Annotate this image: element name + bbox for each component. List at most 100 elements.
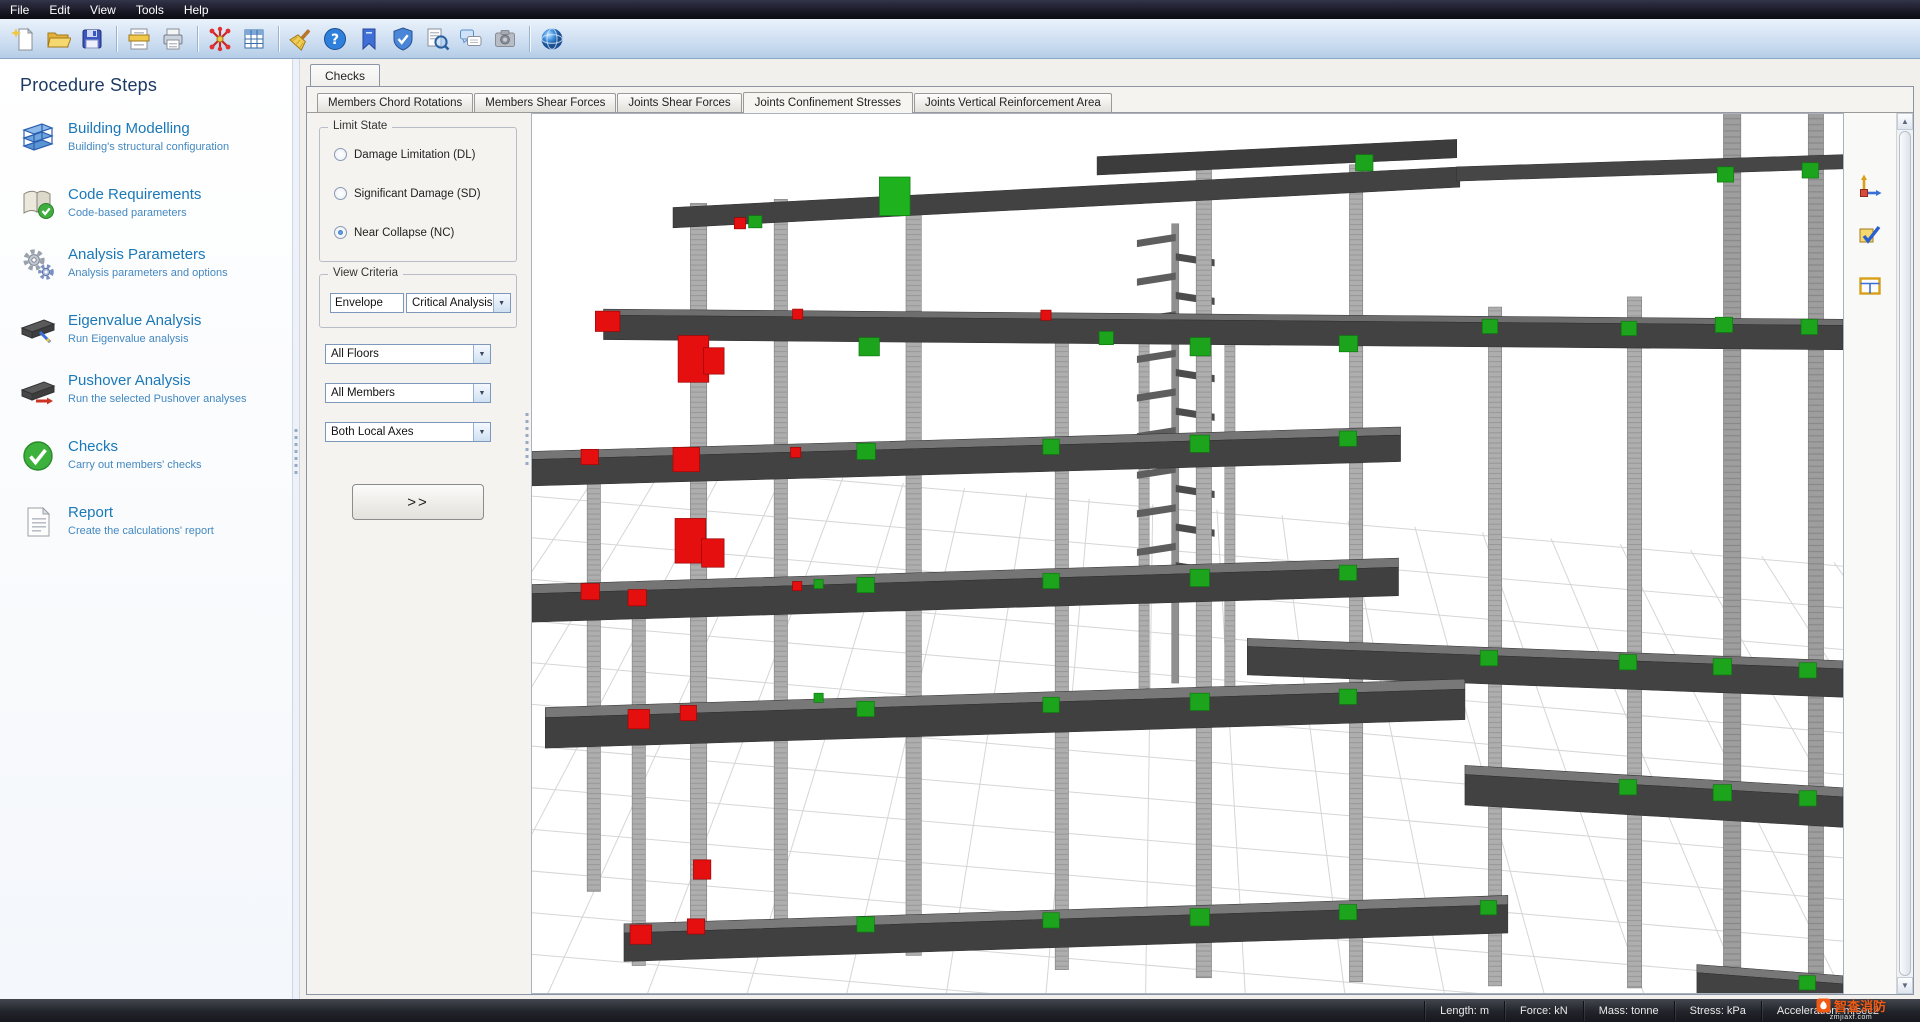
code-requirements-icon [20, 186, 56, 222]
status-force-unit: Force: kN [1504, 1000, 1583, 1021]
view-criteria-group: View Criteria Critical Analysis ▼ [319, 267, 517, 328]
orientation-axes-icon[interactable] [1855, 171, 1885, 201]
axes-select[interactable]: Both Local Axes ▼ [325, 422, 491, 442]
open-folder-icon[interactable] [42, 23, 74, 55]
sidebar-item-desc: Run Eigenvalue analysis [68, 333, 189, 345]
chevron-down-icon[interactable]: ▼ [492, 294, 510, 312]
page-setup-icon[interactable] [123, 23, 155, 55]
analysis-select-value: Critical Analysis [412, 297, 493, 309]
checks-workspace: Limit State Damage Limitation (DL) Signi… [307, 113, 1913, 994]
subtab-joints-confinement-stresses[interactable]: Joints Confinement Stresses [742, 92, 914, 113]
window-frame-icon[interactable] [1855, 271, 1885, 301]
structure-3d-view[interactable] [531, 113, 1844, 994]
sidebar-splitter[interactable] [292, 59, 300, 999]
model-settings-icon[interactable] [204, 23, 236, 55]
radio-significant-damage[interactable]: Significant Damage (SD) [334, 187, 506, 200]
scroll-up-icon[interactable]: ▲ [1897, 113, 1913, 130]
menu-tools[interactable]: Tools [126, 2, 174, 18]
sidebar-item-analysis-parameters[interactable]: Analysis Parameters Analysis parameters … [20, 246, 282, 282]
main-toolbar: ? [0, 19, 1920, 59]
scroll-down-icon[interactable]: ▼ [1897, 977, 1913, 994]
apply-button[interactable]: >> [352, 484, 484, 520]
sidebar-item-pushover-analysis[interactable]: Pushover Analysis Run the selected Pusho… [20, 372, 282, 408]
pushover-analysis-icon [20, 372, 56, 408]
watermark: 智查消防 zmjiaxf.com [1816, 996, 1886, 1021]
panel-splitter[interactable] [523, 113, 531, 994]
view-tools-rail [1844, 113, 1896, 994]
view-criteria-title: View Criteria [328, 267, 403, 279]
certificate-icon[interactable] [387, 23, 419, 55]
watermark-icon [1816, 998, 1831, 1013]
building-modelling-icon [20, 120, 56, 156]
radio-circle[interactable] [334, 187, 347, 200]
bookmark-icon[interactable] [353, 23, 385, 55]
save-icon[interactable] [76, 23, 108, 55]
analysis-select[interactable]: Critical Analysis ▼ [406, 293, 511, 313]
chevron-down-icon[interactable]: ▼ [473, 384, 490, 402]
sidebar-item-desc: Create the calculations' report [68, 525, 214, 537]
toolbar-separator [197, 25, 198, 52]
sidebar-item-eigenvalue-analysis[interactable]: Eigenvalue Analysis Run Eigenvalue analy… [20, 312, 282, 348]
report-icon [20, 504, 56, 540]
floors-select-value: All Floors [331, 348, 379, 360]
chevron-down-icon[interactable]: ▼ [473, 345, 490, 363]
axes-select-value: Both Local Axes [331, 426, 414, 438]
radio-label: Damage Limitation (DL) [354, 148, 476, 161]
snapshot-icon[interactable] [489, 23, 521, 55]
sidebar-item-desc: Run the selected Pushover analyses [68, 393, 247, 405]
menu-view[interactable]: View [80, 2, 126, 18]
clean-icon[interactable] [285, 23, 317, 55]
subtab-members-chord-rotations[interactable]: Members Chord Rotations [317, 93, 474, 112]
sidebar-item-label: Checks [68, 438, 119, 455]
status-stress-unit: Stress: kPa [1673, 1000, 1761, 1021]
menu-edit[interactable]: Edit [39, 2, 80, 18]
analysis-parameters-icon [20, 246, 56, 282]
radio-label: Near Collapse (NC) [354, 226, 455, 239]
data-tables-icon[interactable] [238, 23, 270, 55]
sidebar-item-desc: Code-based parameters [68, 207, 187, 219]
content-area: Procedure Steps Building Modelling Build… [0, 59, 1920, 999]
procedure-steps-sidebar: Procedure Steps Building Modelling Build… [0, 59, 292, 999]
sidebar-item-report[interactable]: Report Create the calculations' report [20, 504, 282, 540]
menu-bar: File Edit View Tools Help [0, 0, 1920, 19]
floors-select[interactable]: All Floors ▼ [325, 344, 491, 364]
menu-help[interactable]: Help [174, 2, 219, 18]
eigenvalue-analysis-icon [20, 312, 56, 348]
sidebar-item-desc: Carry out members' checks [68, 459, 202, 471]
floor-slabs [532, 139, 1843, 993]
radio-damage-limitation[interactable]: Damage Limitation (DL) [334, 148, 506, 161]
radio-circle[interactable] [334, 226, 347, 239]
new-file-icon[interactable] [8, 23, 40, 55]
structure-3d-scene [532, 114, 1843, 993]
subtab-members-shear-forces[interactable]: Members Shear Forces [474, 93, 617, 112]
vertical-scrollbar[interactable]: ▲ ▼ [1896, 113, 1913, 994]
subtab-joints-shear-forces[interactable]: Joints Shear Forces [617, 93, 742, 112]
radio-circle[interactable] [334, 148, 347, 161]
search-icon[interactable] [421, 23, 453, 55]
globe-icon[interactable] [536, 23, 568, 55]
sidebar-item-building-modelling[interactable]: Building Modelling Building's structural… [20, 120, 282, 156]
help-icon[interactable]: ? [319, 23, 351, 55]
members-select[interactable]: All Members ▼ [325, 383, 491, 403]
print-icon[interactable] [157, 23, 189, 55]
toolbar-separator [278, 25, 279, 52]
subtab-joints-vertical-reinforcement-area[interactable]: Joints Vertical Reinforcement Area [914, 93, 1112, 112]
splitter-handle [525, 413, 529, 469]
sidebar-item-label: Building Modelling [68, 120, 190, 137]
sidebar-item-desc: Building's structural configuration [68, 141, 230, 153]
sidebar-item-checks[interactable]: Checks Carry out members' checks [20, 438, 282, 474]
feedback-icon[interactable] [455, 23, 487, 55]
sidebar-item-desc: Analysis parameters and options [68, 267, 228, 279]
toolbar-separator [529, 25, 530, 52]
checks-subtabs: Members Chord Rotations Members Shear Fo… [307, 87, 1913, 113]
checks-display-icon[interactable] [1855, 221, 1885, 251]
tab-checks[interactable]: Checks [310, 64, 381, 86]
chevron-down-icon[interactable]: ▼ [473, 423, 490, 441]
menu-file[interactable]: File [0, 2, 39, 18]
envelope-field[interactable] [330, 293, 404, 313]
watermark-subtitle: zmjiaxf.com [1829, 1014, 1873, 1021]
radio-near-collapse[interactable]: Near Collapse (NC) [334, 226, 506, 239]
sidebar-item-code-requirements[interactable]: Code Requirements Code-based parameters [20, 186, 282, 222]
scrollbar-thumb[interactable] [1899, 131, 1911, 976]
status-length-unit: Length: m [1424, 1000, 1504, 1021]
